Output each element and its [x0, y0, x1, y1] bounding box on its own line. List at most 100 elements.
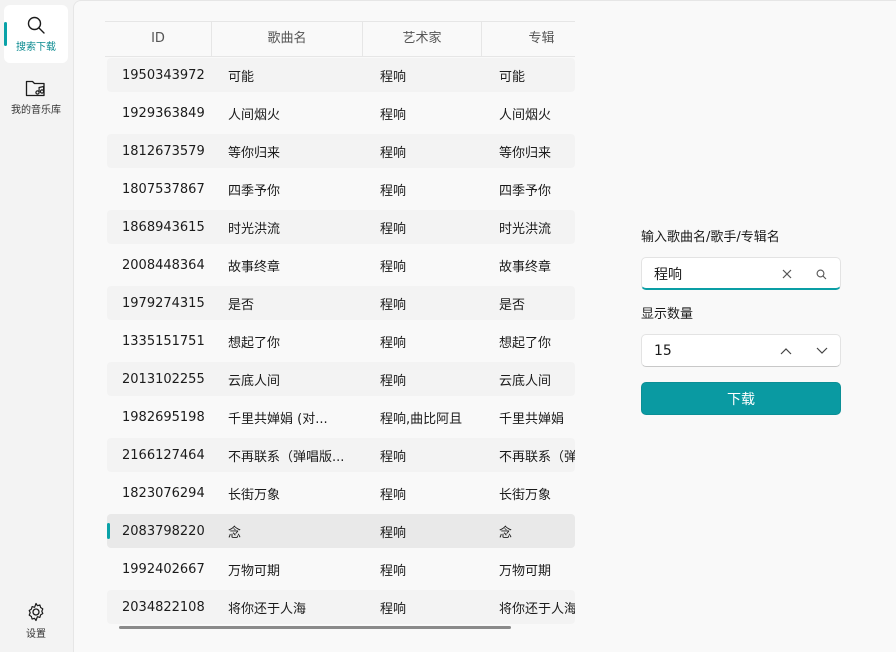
cell-song: 念	[228, 525, 242, 541]
search-input[interactable]	[654, 264, 774, 284]
cell-song: 云底人间	[228, 373, 281, 389]
decrement-chevron-down-icon[interactable]	[812, 341, 832, 361]
search-icon[interactable]	[812, 265, 830, 283]
table-row[interactable]: 2013102255 云底人间 程响 云底人间	[107, 362, 575, 396]
table-row[interactable]: 1868943615 时光洪流 程响 时光洪流	[107, 210, 575, 244]
cell-song: 可能	[228, 69, 255, 85]
increment-chevron-up-icon[interactable]	[776, 341, 796, 361]
cell-id: 1868943615	[122, 219, 205, 235]
table-row[interactable]: 2166127464 不再联系（弹唱版... 程响 不再联系（弹	[107, 438, 575, 472]
cell-song: 将你还于人海	[228, 601, 307, 617]
column-header-song[interactable]: 歌曲名	[212, 22, 363, 56]
content-panel: ID 歌曲名 艺术家 专辑 1950343972 可能 程响 可能 1929363849…	[73, 0, 896, 652]
column-header-artist[interactable]: 艺术家	[363, 22, 482, 56]
cell-album: 千里共婵娟	[499, 411, 565, 427]
column-header-album[interactable]: 专辑	[482, 22, 575, 56]
cell-id: 1979274315	[122, 295, 205, 311]
clear-icon[interactable]	[778, 265, 796, 283]
cell-song: 想起了你	[228, 335, 281, 351]
table-row[interactable]: 1807537867 四季予你 程响 四季予你	[107, 172, 575, 206]
cell-artist: 程响	[380, 107, 407, 123]
table-body: 1950343972 可能 程响 可能 1929363849 人间烟火 程响 人间烟火 1812…	[107, 58, 575, 628]
table-row[interactable]: 1335151751 想起了你 程响 想起了你	[107, 324, 575, 358]
nav-settings-label: 设置	[26, 629, 46, 640]
download-button[interactable]: 下载	[641, 382, 841, 415]
nav-settings[interactable]: 设置	[4, 592, 68, 650]
cell-id: 1950343972	[122, 67, 205, 83]
cell-album: 不再联系（弹	[499, 449, 575, 465]
cell-id: 1812673579	[122, 143, 205, 159]
cell-artist: 程响	[380, 221, 407, 237]
count-field-label: 显示数量	[641, 307, 694, 322]
cell-artist: 程响	[380, 297, 407, 313]
cell-album: 可能	[499, 69, 526, 85]
cell-song: 万物可期	[228, 563, 281, 579]
cell-song: 时光洪流	[228, 221, 281, 237]
cell-song: 四季予你	[228, 183, 281, 199]
cell-id: 1992402667	[122, 561, 205, 577]
cell-song: 人间烟火	[228, 107, 281, 123]
search-icon	[26, 15, 46, 35]
cell-id: 1982695198	[122, 409, 205, 425]
nav-search-label: 搜索下载	[16, 42, 56, 53]
table-row[interactable]: 2034822108 将你还于人海 程响 将你还于人海	[107, 590, 575, 624]
table-header: ID 歌曲名 艺术家 专辑	[105, 21, 575, 57]
cell-artist: 程响	[380, 259, 407, 275]
search-field-label: 输入歌曲名/歌手/专辑名	[641, 230, 780, 245]
table-row[interactable]: 1950343972 可能 程响 可能	[107, 58, 575, 92]
music-folder-icon	[25, 78, 47, 98]
cell-album: 念	[499, 525, 513, 541]
cell-id: 1823076294	[122, 485, 205, 501]
cell-artist: 程响	[380, 69, 407, 85]
cell-album: 将你还于人海	[499, 601, 575, 617]
table-row[interactable]: 1929363849 人间烟火 程响 人间烟火	[107, 96, 575, 130]
cell-id: 1807537867	[122, 181, 205, 197]
song-table: ID 歌曲名 艺术家 专辑 1950343972 可能 程响 可能 1929363849…	[105, 21, 575, 633]
nav-search-download[interactable]: 搜索下载	[4, 5, 68, 63]
cell-album: 云底人间	[499, 373, 552, 389]
table-row[interactable]: 1979274315 是否 程响 是否	[107, 286, 575, 320]
cell-artist: 程响	[380, 335, 407, 351]
table-row[interactable]: 2008448364 故事终章 程响 故事终章	[107, 248, 575, 282]
cell-album: 长街万象	[499, 487, 552, 503]
cell-artist: 程响	[380, 373, 407, 389]
table-row[interactable]: 1992402667 万物可期 程响 万物可期	[107, 552, 575, 586]
cell-album: 四季予你	[499, 183, 552, 199]
column-header-id[interactable]: ID	[105, 22, 212, 56]
cell-song: 故事终章	[228, 259, 281, 275]
search-box	[641, 257, 841, 290]
cell-song: 长街万象	[228, 487, 281, 503]
table-row[interactable]: 2083798220 念 程响 念	[107, 514, 575, 548]
cell-song: 千里共婵娟 (对...	[228, 411, 328, 427]
sidebar: 搜索下载 我的音乐库 设置	[0, 0, 72, 652]
cell-id: 2008448364	[122, 257, 205, 273]
cell-id: 2034822108	[122, 599, 205, 615]
cell-id: 2083798220	[122, 523, 205, 539]
cell-song: 是否	[228, 297, 255, 313]
cell-song: 不再联系（弹唱版...	[228, 449, 345, 465]
cell-album: 故事终章	[499, 259, 552, 275]
cell-song: 等你归来	[228, 145, 281, 161]
gear-icon	[26, 602, 46, 622]
active-indicator	[4, 22, 7, 46]
nav-music-library[interactable]: 我的音乐库	[4, 68, 68, 126]
cell-artist: 程响	[380, 563, 407, 579]
cell-id: 2013102255	[122, 371, 205, 387]
table-row[interactable]: 1823076294 长街万象 程响 长街万象	[107, 476, 575, 510]
horizontal-scrollbar[interactable]	[119, 626, 511, 629]
count-input[interactable]	[654, 341, 754, 361]
cell-id: 1929363849	[122, 105, 205, 121]
cell-artist: 程响,曲比阿且	[380, 411, 463, 427]
count-spinbox	[641, 334, 841, 367]
cell-album: 想起了你	[499, 335, 552, 351]
cell-artist: 程响	[380, 525, 407, 541]
cell-artist: 程响	[380, 145, 407, 161]
cell-id: 1335151751	[122, 333, 205, 349]
table-row[interactable]: 1982695198 千里共婵娟 (对... 程响,曲比阿且 千里共婵娟	[107, 400, 575, 434]
cell-album: 等你归来	[499, 145, 552, 161]
cell-album: 时光洪流	[499, 221, 552, 237]
selection-indicator	[107, 523, 110, 539]
table-row[interactable]: 1812673579 等你归来 程响 等你归来	[107, 134, 575, 168]
cell-artist: 程响	[380, 449, 407, 465]
cell-artist: 程响	[380, 183, 407, 199]
